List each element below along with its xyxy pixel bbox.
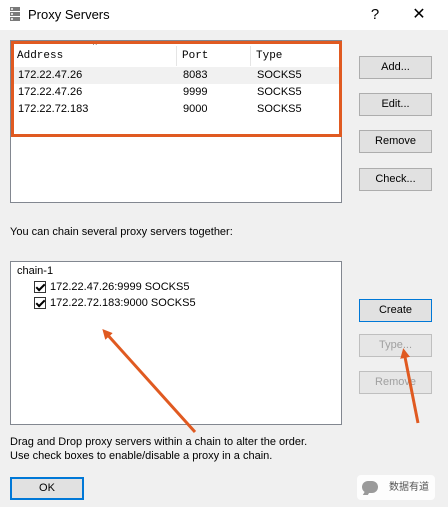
help-text-drag: Drag and Drop proxy servers within a cha… [10,436,308,448]
help-button[interactable]: ? [362,2,388,28]
check-button[interactable]: Check... [359,168,432,191]
chain-item-label: 172.22.47.26:9999 SOCKS5 [50,281,190,293]
help-text-checkboxes: Use check boxes to enable/disable a prox… [10,450,273,462]
ok-button[interactable]: OK [10,477,84,500]
add-button[interactable]: Add... [359,56,432,79]
annotation-highlight-box [11,41,342,137]
chain-item-label: 172.22.72.183:9000 SOCKS5 [50,297,196,309]
remove-button[interactable]: Remove [359,130,432,153]
type-button[interactable]: Type... [359,334,432,357]
chain-node[interactable]: chain-1 [17,265,53,277]
wechat-icon [362,481,378,493]
watermark: 数据有道 [357,475,435,500]
edit-button[interactable]: Edit... [359,93,432,116]
proxy-app-icon [10,7,20,21]
close-button[interactable]: ✕ [404,2,434,28]
chain-item-checkbox[interactable] [34,297,46,309]
watermark-text: 数据有道 [389,482,429,493]
create-chain-button[interactable]: Create [359,299,432,322]
chain-instructions-label: You can chain several proxy servers toge… [10,226,233,238]
title-bar: Proxy Servers ? ✕ [0,0,448,30]
window-title: Proxy Servers [28,7,110,22]
proxy-chain-tree[interactable]: chain-1 172.22.47.26:9999 SOCKS5 172.22.… [10,261,342,425]
remove-chain-button[interactable]: Remove [359,371,432,394]
chain-item-checkbox[interactable] [34,281,46,293]
